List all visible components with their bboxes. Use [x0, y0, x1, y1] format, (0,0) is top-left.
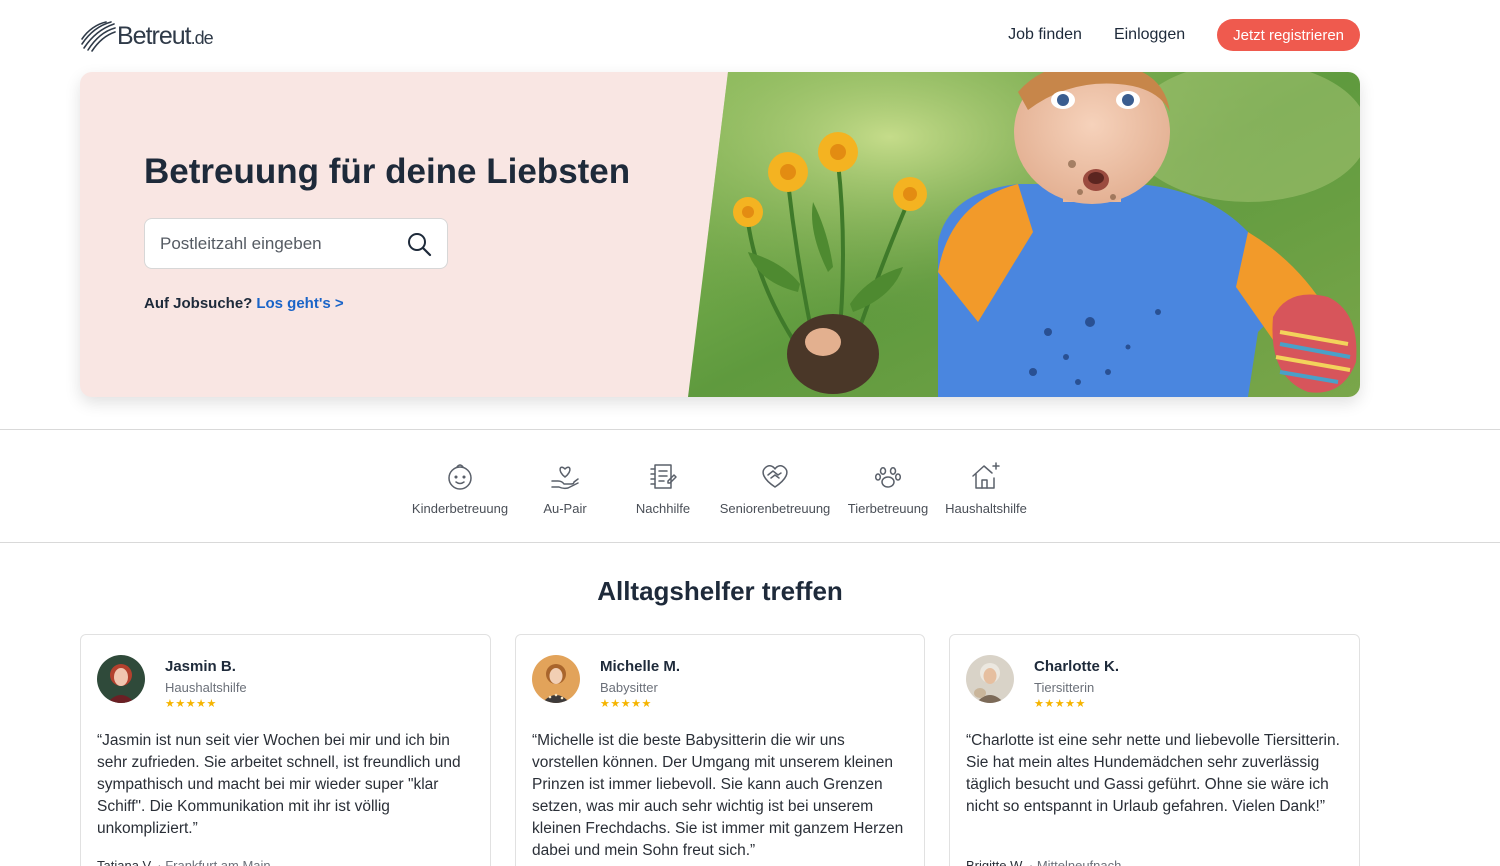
- star-rating: ★ ★ ★ ★ ★: [600, 698, 652, 710]
- job-finden-link[interactable]: Job finden: [1008, 26, 1082, 44]
- reviewer-role: Babysitter: [600, 680, 658, 695]
- avatar: [532, 655, 580, 703]
- search-icon[interactable]: [406, 231, 432, 257]
- category-seniorenbetreuung[interactable]: Seniorenbetreuung: [712, 460, 838, 516]
- reviewer-role: Tiersitterin: [1034, 680, 1095, 695]
- house-sparkle-icon: [972, 462, 1000, 489]
- star-icon: ★: [196, 698, 206, 710]
- postcode-input[interactable]: [160, 233, 406, 254]
- hero-title: Betreuung für deine Liebsten: [144, 152, 631, 191]
- child-face-icon: [448, 464, 472, 490]
- category-nachhilfe[interactable]: Nachhilfe: [614, 460, 712, 516]
- star-icon: ★: [610, 698, 621, 710]
- star-icon: ★: [165, 698, 175, 710]
- logo[interactable]: Betreut.de: [80, 18, 214, 54]
- reviewer-role: Haushaltshilfe: [165, 680, 247, 695]
- category-bar: Kinderbetreuung Au-Pair Nachhilfe Senior…: [0, 429, 1500, 543]
- star-icon: ★: [1065, 698, 1075, 710]
- review-card[interactable]: Michelle M. Babysitter ★ ★ ★ ★ ★ “Michelle i…: [515, 634, 925, 866]
- category-au-pair[interactable]: Au-Pair: [516, 460, 614, 516]
- star-icon: ★: [641, 698, 652, 710]
- section-title: Alltagshelfer treffen: [597, 576, 843, 606]
- logo-mark-icon: [81, 21, 116, 52]
- review-quote: “Jasmin ist nun seit vier Wochen bei mir…: [97, 732, 461, 837]
- site-header: Betreut.de Job finden Einloggen Jetzt re…: [0, 0, 1500, 72]
- reviewer-name: Jasmin B.: [165, 658, 236, 675]
- star-icon: ★: [185, 698, 196, 710]
- avatar: [97, 655, 145, 703]
- hero-child-photo: [688, 72, 1360, 397]
- category-tierbetreuung[interactable]: Tierbetreuung: [838, 460, 938, 516]
- login-link[interactable]: Einloggen: [1114, 26, 1185, 44]
- avatar: [966, 655, 1014, 703]
- category-label: Nachhilfe: [635, 501, 691, 516]
- star-icon: ★: [1075, 698, 1086, 710]
- review-author: Tatiana V. · Frankfurt am Main: [97, 858, 271, 866]
- postcode-search[interactable]: [144, 218, 448, 269]
- reviewer-name: Charlotte K.: [1034, 658, 1120, 675]
- job-search-prompt: Auf Jobsuche? Los geht's >: [144, 295, 344, 312]
- category-label: Kinderbetreuung: [411, 501, 509, 516]
- register-button[interactable]: Jetzt registrieren: [1217, 19, 1360, 51]
- review-card[interactable]: Charlotte K. Tiersitterin ★ ★ ★ ★ ★ “Charlot…: [949, 634, 1360, 866]
- star-rating: ★ ★ ★ ★ ★: [1034, 698, 1086, 710]
- star-rating: ★ ★ ★ ★ ★: [165, 698, 217, 710]
- star-icon: ★: [206, 698, 217, 710]
- notebook-icon: [650, 464, 677, 489]
- category-haushaltshilfe[interactable]: Haushaltshilfe: [938, 460, 1034, 516]
- star-icon: ★: [600, 698, 610, 710]
- job-search-link[interactable]: Los geht's >: [256, 295, 343, 312]
- hero-banner: Betreuung für deine Liebsten Auf Jobsuch…: [80, 72, 1360, 397]
- top-nav: Job finden Einloggen Jetzt registrieren: [1008, 19, 1360, 51]
- category-label: Haushaltshilfe: [945, 501, 1027, 516]
- star-icon: ★: [175, 698, 186, 710]
- category-label: Seniorenbetreuung: [719, 501, 831, 516]
- logo-text: Betreut.de: [117, 21, 214, 50]
- category-kinderbetreuung[interactable]: Kinderbetreuung: [404, 460, 516, 516]
- category-label: Tierbetreuung: [847, 501, 929, 516]
- heart-handshake-icon: [762, 465, 788, 488]
- review-author: Brigitte W. · Mittelneufnach: [966, 858, 1122, 866]
- paw-icon: [874, 467, 902, 488]
- reviewer-name: Michelle M.: [600, 658, 681, 675]
- star-icon: ★: [631, 698, 641, 710]
- star-icon: ★: [620, 698, 631, 710]
- star-icon: ★: [1044, 698, 1055, 710]
- review-card[interactable]: Jasmin B. Haushaltshilfe ★ ★ ★ ★ ★ “Jasmin i…: [80, 634, 491, 866]
- star-icon: ★: [1034, 698, 1044, 710]
- category-label: Au-Pair: [543, 501, 587, 516]
- hand-heart-icon: [551, 466, 579, 490]
- review-quote: “Charlotte ist eine sehr nette und liebe…: [966, 732, 1340, 815]
- category-list: Kinderbetreuung Au-Pair Nachhilfe Senior…: [404, 460, 1034, 516]
- review-quote: “Michelle ist die beste Babysitterin die…: [532, 732, 904, 859]
- star-icon: ★: [1054, 698, 1065, 710]
